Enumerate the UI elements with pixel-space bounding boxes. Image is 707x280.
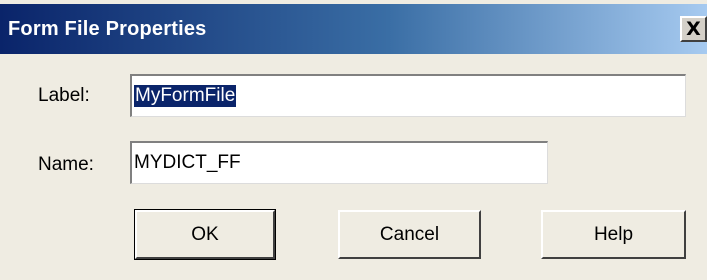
name-input-value: MYDICT_FF bbox=[134, 152, 241, 173]
dialog-title: Form File Properties bbox=[8, 18, 207, 40]
form-file-properties-dialog: Form File Properties X Label: MyFormFile… bbox=[0, 0, 707, 280]
name-input[interactable]: MYDICT_FF bbox=[130, 141, 548, 184]
close-button[interactable]: X bbox=[680, 16, 707, 42]
name-field-caption: Name: bbox=[38, 154, 94, 175]
cancel-button[interactable]: Cancel bbox=[338, 210, 481, 259]
title-bar[interactable]: Form File Properties X bbox=[0, 4, 707, 54]
ok-button[interactable]: OK bbox=[134, 209, 276, 260]
label-input[interactable]: MyFormFile bbox=[130, 74, 686, 117]
help-button[interactable]: Help bbox=[541, 210, 686, 259]
label-input-value: MyFormFile bbox=[134, 85, 237, 107]
close-icon: X bbox=[686, 17, 701, 40]
label-field-caption: Label: bbox=[38, 85, 90, 106]
